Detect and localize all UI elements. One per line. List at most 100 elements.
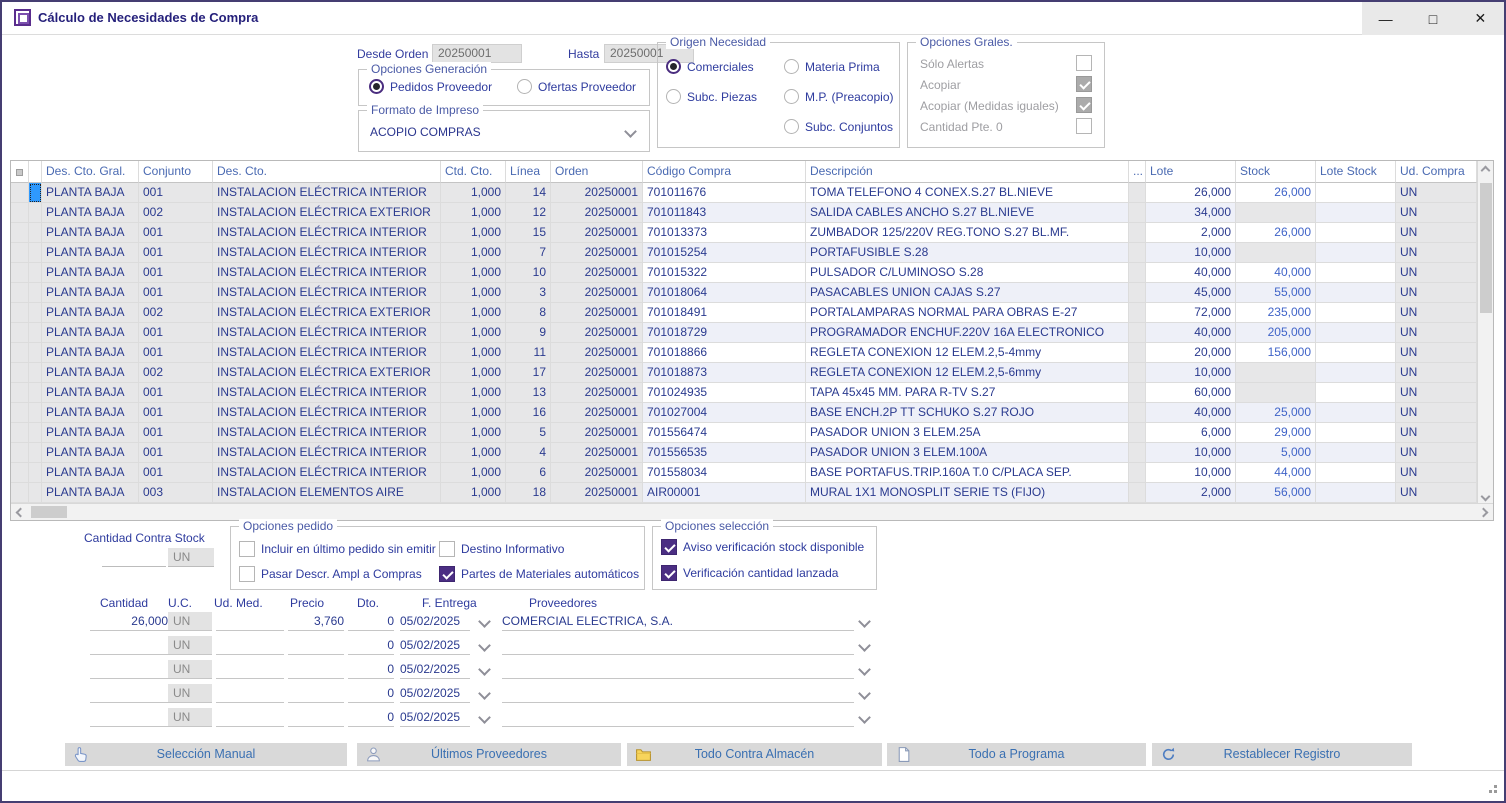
row-selector-cell[interactable]	[29, 263, 42, 283]
column-header-ellipsis[interactable]: ...	[1129, 161, 1146, 183]
proveedor-chevron-icon[interactable]	[858, 663, 871, 676]
checkbox-acopiar-medidas-iguales[interactable]: Acopiar (Medidas iguales)	[920, 99, 1092, 113]
row-selector-cell[interactable]	[29, 363, 42, 383]
proveedor-select[interactable]: COMERCIAL ELECTRICA, S.A.	[502, 612, 854, 631]
table-row[interactable]: PLANTA BAJA 001 INSTALACION ELÉCTRICA IN…	[11, 423, 1477, 443]
horizontal-scroll-thumb[interactable]	[31, 506, 67, 518]
checkbox-icon[interactable]	[661, 539, 677, 555]
checkbox-incluir-ultimo-pedido[interactable]: Incluir en último pedido sin emitir	[239, 541, 436, 557]
ud-med-input[interactable]	[216, 684, 284, 703]
scroll-up-icon[interactable]	[1481, 166, 1491, 176]
cell-ellipsis[interactable]	[1129, 183, 1146, 203]
proveedor-chevron-icon[interactable]	[858, 615, 871, 628]
cell-ellipsis[interactable]	[1129, 223, 1146, 243]
resize-grip[interactable]	[1494, 790, 1497, 793]
checkbox-partes-materiales-automaticos[interactable]: Partes de Materiales automáticos	[439, 566, 639, 582]
cell-lote[interactable]: 40,000	[1146, 403, 1236, 423]
cell-ellipsis[interactable]	[1129, 363, 1146, 383]
row-selector-cell[interactable]	[29, 183, 42, 203]
cell-lote[interactable]: 10,000	[1146, 243, 1236, 263]
radio-subc-piezas[interactable]: Subc. Piezas	[666, 89, 757, 104]
scroll-left-icon[interactable]	[16, 508, 26, 518]
desde-orden-input[interactable]: 20250001	[432, 44, 522, 63]
minimize-button[interactable]: —	[1362, 2, 1409, 35]
dto-input[interactable]: 0	[348, 636, 394, 655]
row-selector-cell[interactable]	[29, 403, 42, 423]
calendar-chevron-icon[interactable]	[478, 663, 491, 676]
row-selector-cell[interactable]	[29, 443, 42, 463]
checkbox-aviso-verificacion-stock[interactable]: Aviso verificación stock disponible	[661, 539, 864, 555]
cantidad-contra-stock-input[interactable]	[102, 548, 166, 567]
dto-input[interactable]: 0	[348, 612, 394, 631]
horizontal-scrollbar[interactable]	[11, 503, 1493, 520]
maximize-button[interactable]: □	[1409, 2, 1456, 35]
proveedor-select[interactable]	[502, 660, 854, 679]
precio-input[interactable]	[288, 660, 344, 679]
f-entrega-input[interactable]: 05/02/2025	[400, 636, 470, 655]
cell-lote[interactable]: 6,000	[1146, 423, 1236, 443]
cell-lote[interactable]: 34,000	[1146, 203, 1236, 223]
chevron-down-icon[interactable]	[624, 125, 637, 138]
formato-impreso-select[interactable]: ACOPIO COMPRAS	[370, 125, 481, 139]
checkbox-verificacion-cantidad-lanzada[interactable]: Verificación cantidad lanzada	[661, 565, 838, 581]
row-selector-cell[interactable]	[29, 223, 42, 243]
cell-ellipsis[interactable]	[1129, 283, 1146, 303]
row-selector-cell[interactable]	[29, 483, 42, 503]
precio-input[interactable]	[288, 684, 344, 703]
checkbox-icon[interactable]	[661, 565, 677, 581]
cell-lote[interactable]: 20,000	[1146, 343, 1236, 363]
proveedor-select[interactable]	[502, 636, 854, 655]
row-selector-cell[interactable]	[29, 323, 42, 343]
row-selector-cell[interactable]	[29, 423, 42, 443]
table-row[interactable]: PLANTA BAJA 001 INSTALACION ELÉCTRICA IN…	[11, 183, 1477, 203]
select-all-header-cell[interactable]	[11, 161, 29, 183]
cell-ellipsis[interactable]	[1129, 303, 1146, 323]
checkbox-cantidad-pte-0[interactable]: Cantidad Pte. 0	[920, 120, 1092, 134]
seleccion-manual-button[interactable]: Selección Manual	[65, 743, 347, 766]
cell-lote[interactable]: 10,000	[1146, 443, 1236, 463]
radio-subc-conjuntos[interactable]: Subc. Conjuntos	[784, 119, 893, 134]
ud-med-input[interactable]	[216, 636, 284, 655]
checkbox-icon[interactable]	[1076, 55, 1092, 71]
f-entrega-input[interactable]: 05/02/2025	[400, 660, 470, 679]
checkbox-pasar-descr-ampl[interactable]: Pasar Descr. Ampl a Compras	[239, 566, 422, 582]
table-row[interactable]: PLANTA BAJA 001 INSTALACION ELÉCTRICA IN…	[11, 323, 1477, 343]
row-selector-cell[interactable]	[29, 463, 42, 483]
table-row[interactable]: PLANTA BAJA 001 INSTALACION ELÉCTRICA IN…	[11, 343, 1477, 363]
cell-ellipsis[interactable]	[1129, 403, 1146, 423]
column-header-ctd-cto[interactable]: Ctd. Cto.	[441, 161, 506, 183]
column-header-des-cto-gral[interactable]: Des. Cto. Gral.	[42, 161, 139, 183]
checkbox-icon[interactable]	[439, 541, 455, 557]
cell-ellipsis[interactable]	[1129, 383, 1146, 403]
table-row[interactable]: PLANTA BAJA 002 INSTALACION ELÉCTRICA EX…	[11, 203, 1477, 223]
row-selector-cell[interactable]	[29, 343, 42, 363]
proveedor-chevron-icon[interactable]	[858, 711, 871, 724]
cell-lote[interactable]: 45,000	[1146, 283, 1236, 303]
checkbox-destino-informativo[interactable]: Destino Informativo	[439, 541, 564, 557]
cell-ellipsis[interactable]	[1129, 263, 1146, 283]
scroll-down-icon[interactable]	[1481, 492, 1491, 502]
cell-ellipsis[interactable]	[1129, 323, 1146, 343]
calendar-chevron-icon[interactable]	[478, 639, 491, 652]
cell-ellipsis[interactable]	[1129, 463, 1146, 483]
precio-input[interactable]	[288, 708, 344, 727]
table-row[interactable]: PLANTA BAJA 002 INSTALACION ELÉCTRICA EX…	[11, 363, 1477, 383]
cell-lote[interactable]: 40,000	[1146, 263, 1236, 283]
checkbox-icon[interactable]	[239, 541, 255, 557]
cell-lote[interactable]: 60,000	[1146, 383, 1236, 403]
cell-lote[interactable]: 40,000	[1146, 323, 1236, 343]
checkbox-icon[interactable]	[439, 566, 455, 582]
ultimos-proveedores-button[interactable]: Últimos Proveedores	[357, 743, 621, 766]
column-header-codigo-compra[interactable]: Código Compra	[643, 161, 806, 183]
radio-mp-preacopio[interactable]: M.P. (Preacopio)	[784, 89, 893, 104]
radio-pedidos-proveedor[interactable]: Pedidos Proveedor	[369, 79, 492, 94]
row-selector-cell[interactable]	[29, 383, 42, 403]
table-row[interactable]: PLANTA BAJA 001 INSTALACION ELÉCTRICA IN…	[11, 443, 1477, 463]
ud-med-input[interactable]	[216, 660, 284, 679]
column-header-descripcion[interactable]: Descripción	[806, 161, 1129, 183]
proveedor-chevron-icon[interactable]	[858, 687, 871, 700]
cantidad-input[interactable]	[90, 636, 168, 655]
column-header-conjunto[interactable]: Conjunto	[139, 161, 213, 183]
f-entrega-input[interactable]: 05/02/2025	[400, 708, 470, 727]
cantidad-input[interactable]	[90, 660, 168, 679]
